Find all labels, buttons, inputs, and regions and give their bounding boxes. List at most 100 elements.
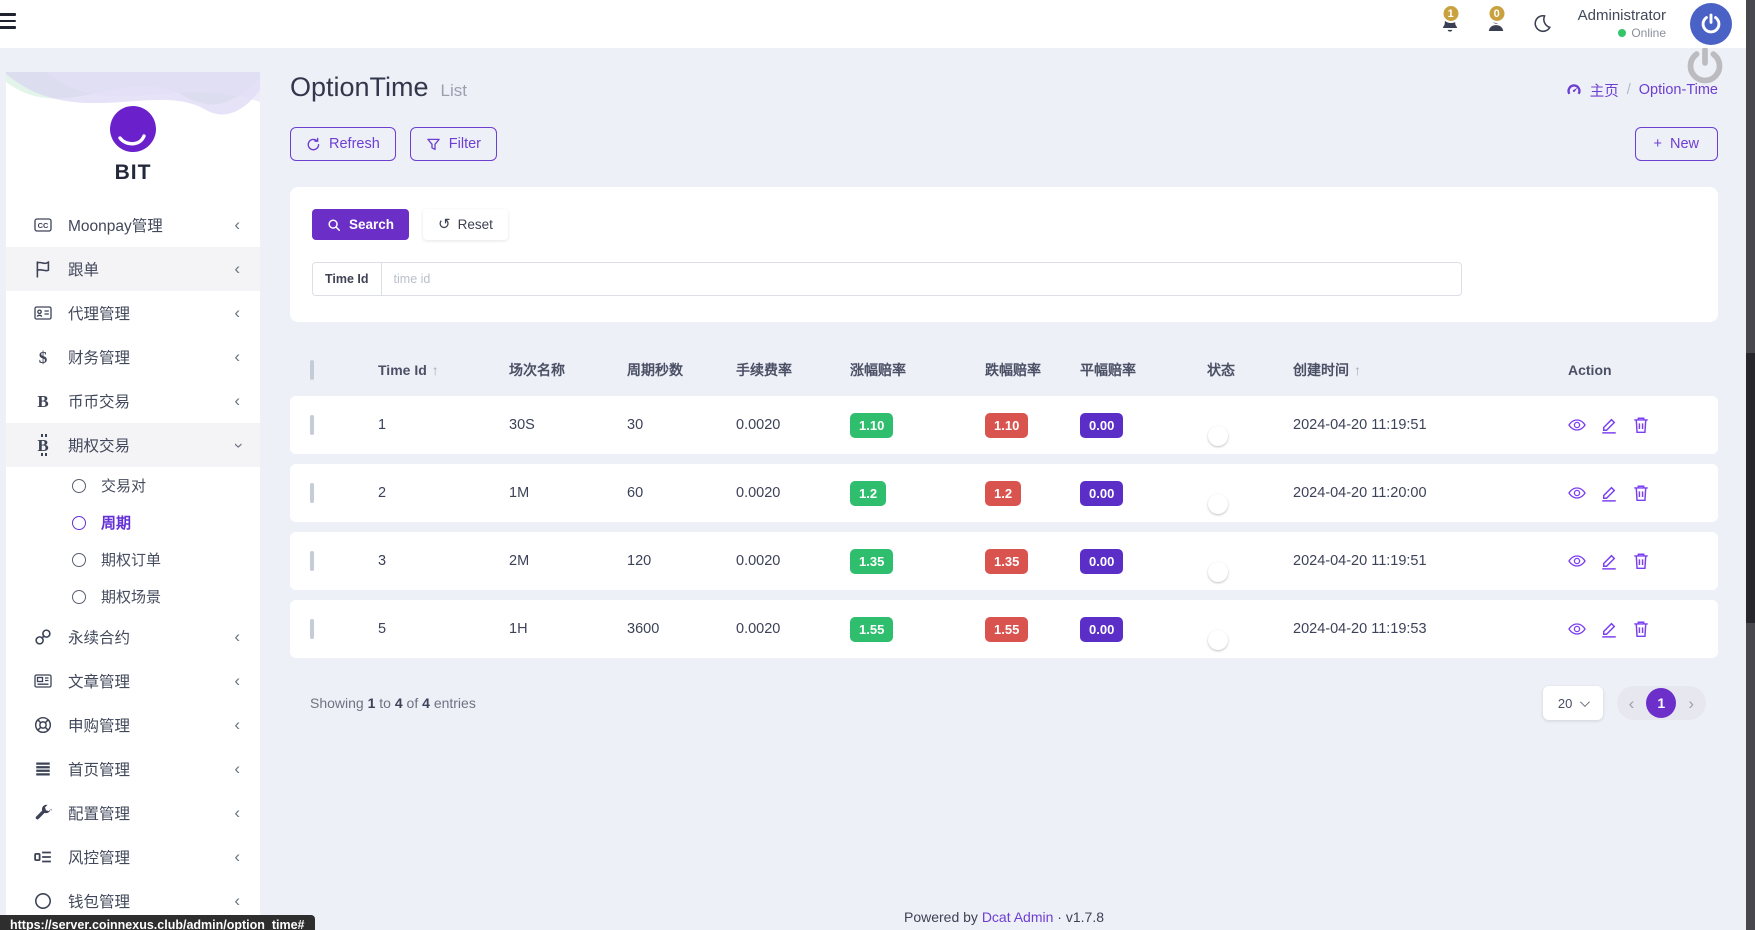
edit-pencil-icon[interactable] [1600,416,1618,434]
menu-toggle-icon[interactable] [0,13,16,29]
new-button[interactable]: + New [1635,127,1718,161]
sidebar-item-label: 钱包管理 [68,890,130,912]
refresh-icon [306,137,321,152]
chevron-left-icon: ‹ [234,628,240,645]
row-checkbox[interactable] [310,551,314,571]
pager: ‹ 1 › [1617,686,1706,720]
sidebar-item[interactable]: 申购管理‹ [6,703,260,747]
view-eye-icon[interactable] [1568,552,1586,570]
sidebar-subitem[interactable]: 期权场景 [6,578,260,615]
page-size-select[interactable]: 20 [1543,686,1603,720]
brand-logo-icon [110,106,156,152]
view-eye-icon[interactable] [1568,620,1586,638]
breadcrumb-home[interactable]: 主页 [1590,80,1619,101]
sidebar-item[interactable]: B期权交易‹ [6,423,260,467]
reset-button[interactable]: ↺ Reset [423,209,508,240]
b-bold-icon: B [32,393,54,410]
sidebar-subitem-label: 期权场景 [101,586,161,607]
table-body: 1 30S 30 0.0020 1.10 1.10 0.00 2024-04-2… [290,396,1718,658]
sidebar-item-label: 币币交易 [68,390,130,412]
delete-trash-icon[interactable] [1632,484,1650,502]
current-page-button[interactable]: 1 [1646,688,1676,718]
notifications-bell-icon[interactable]: 1 [1440,13,1462,35]
chevron-down-icon [1580,697,1590,707]
cell-created-at: 2024-04-20 11:20:00 [1293,485,1568,501]
sidebar-subitem[interactable]: 期权订单 [6,541,260,578]
chevron-left-icon: ‹ [234,348,240,365]
user-notifications-icon[interactable]: 0 [1486,13,1508,35]
user-count-badge: 0 [1487,4,1506,23]
time-id-input[interactable] [381,262,1462,296]
select-all-checkbox[interactable] [310,360,314,380]
scrollbar[interactable] [1746,0,1755,930]
circle-icon [72,479,86,493]
flat-rate-badge: 0.00 [1080,413,1123,438]
delete-trash-icon[interactable] [1632,620,1650,638]
sidebar-item[interactable]: $财务管理‹ [6,335,260,379]
edit-pencil-icon[interactable] [1600,484,1618,502]
avatar[interactable] [1690,3,1732,45]
sidebar-menu: CCMoonpay管理‹跟单‹代理管理‹$财务管理‹B币币交易‹B期权交易‹交易… [6,203,260,923]
sidebar-item[interactable]: 文章管理‹ [6,659,260,703]
column-header: 周期秒数 [627,360,736,380]
sidebar-item[interactable]: 永续合约 ‹ [6,615,260,659]
scrollbar-thumb[interactable] [1746,353,1755,623]
table-row: 2 1M 60 0.0020 1.2 1.2 0.00 2024-04-20 1… [290,464,1718,522]
sidebar-item-label: 永续合约 [68,626,130,648]
sidebar-subitem[interactable]: 交易对 [6,467,260,504]
sidebar-subitem[interactable]: 周期 [6,504,260,541]
sort-asc-arrow-icon: ↑ [1354,362,1361,378]
flag-icon [32,260,54,278]
view-eye-icon[interactable] [1568,484,1586,502]
row-checkbox[interactable] [310,483,314,503]
sidebar-item-label: 风控管理 [68,846,130,868]
sort-asc-arrow-icon: ↑ [432,362,439,378]
dashboard-icon [1566,80,1582,100]
sidebar-item[interactable]: 跟单‹ [6,247,260,291]
column-header: 跌幅赔率 [985,360,1080,380]
brand-logo[interactable]: BIT [6,72,260,185]
prev-page-button[interactable]: ‹ [1629,695,1635,712]
up-rate-badge: 1.10 [850,413,893,438]
sidebar-item[interactable]: CCMoonpay管理‹ [6,203,260,247]
cell-time-id: 1 [378,417,509,433]
circle-icon [32,892,54,910]
brand-logo-text: BIT [6,161,260,185]
wrench-icon [32,804,54,822]
dcat-admin-link[interactable]: Dcat Admin [982,909,1054,925]
refresh-button[interactable]: Refresh [290,127,396,161]
delete-trash-icon[interactable] [1632,416,1650,434]
dark-mode-moon-icon[interactable] [1532,13,1554,35]
reset-icon: ↺ [438,217,451,232]
edit-pencil-icon[interactable] [1600,552,1618,570]
chevron-left-icon: ‹ [234,760,240,777]
sidebar-item[interactable]: 代理管理‹ [6,291,260,335]
view-eye-icon[interactable] [1568,416,1586,434]
row-checkbox[interactable] [310,619,314,639]
sidebar-item-label: 财务管理 [68,346,130,368]
sidebar-item-label: 代理管理 [68,302,130,324]
edit-pencil-icon[interactable] [1600,620,1618,638]
search-button[interactable]: Search [312,209,409,240]
row-checkbox[interactable] [310,415,314,435]
column-header[interactable]: Time Id↑ [378,362,509,378]
next-page-button[interactable]: › [1688,695,1694,712]
sidebar-item[interactable]: 风控管理‹ [6,835,260,879]
chevron-left-icon: ‹ [234,892,240,909]
filter-button[interactable]: Filter [410,127,497,161]
online-status-label: Online [1631,26,1666,41]
chevron-left-icon: ‹ [234,216,240,233]
sidebar-item[interactable]: B币币交易‹ [6,379,260,423]
chevron-left-icon: ‹ [234,804,240,821]
main-content: OptionTime List 主页 / Option-Time Refresh… [290,48,1718,930]
search-icon [327,218,341,232]
column-header[interactable]: 创建时间↑ [1293,360,1568,380]
sidebar-item[interactable]: 配置管理‹ [6,791,260,835]
sidebar-item[interactable]: 首页管理‹ [6,747,260,791]
sidebar: BIT CCMoonpay管理‹跟单‹代理管理‹$财务管理‹B币币交易‹B期权交… [6,72,260,930]
down-rate-badge: 1.10 [985,413,1028,438]
pagination: Showing 1 to 4 of 4 entries 20 ‹ 1 › [290,686,1718,720]
table-row: 1 30S 30 0.0020 1.10 1.10 0.00 2024-04-2… [290,396,1718,454]
sidebar-subitem-label: 周期 [101,512,131,533]
delete-trash-icon[interactable] [1632,552,1650,570]
